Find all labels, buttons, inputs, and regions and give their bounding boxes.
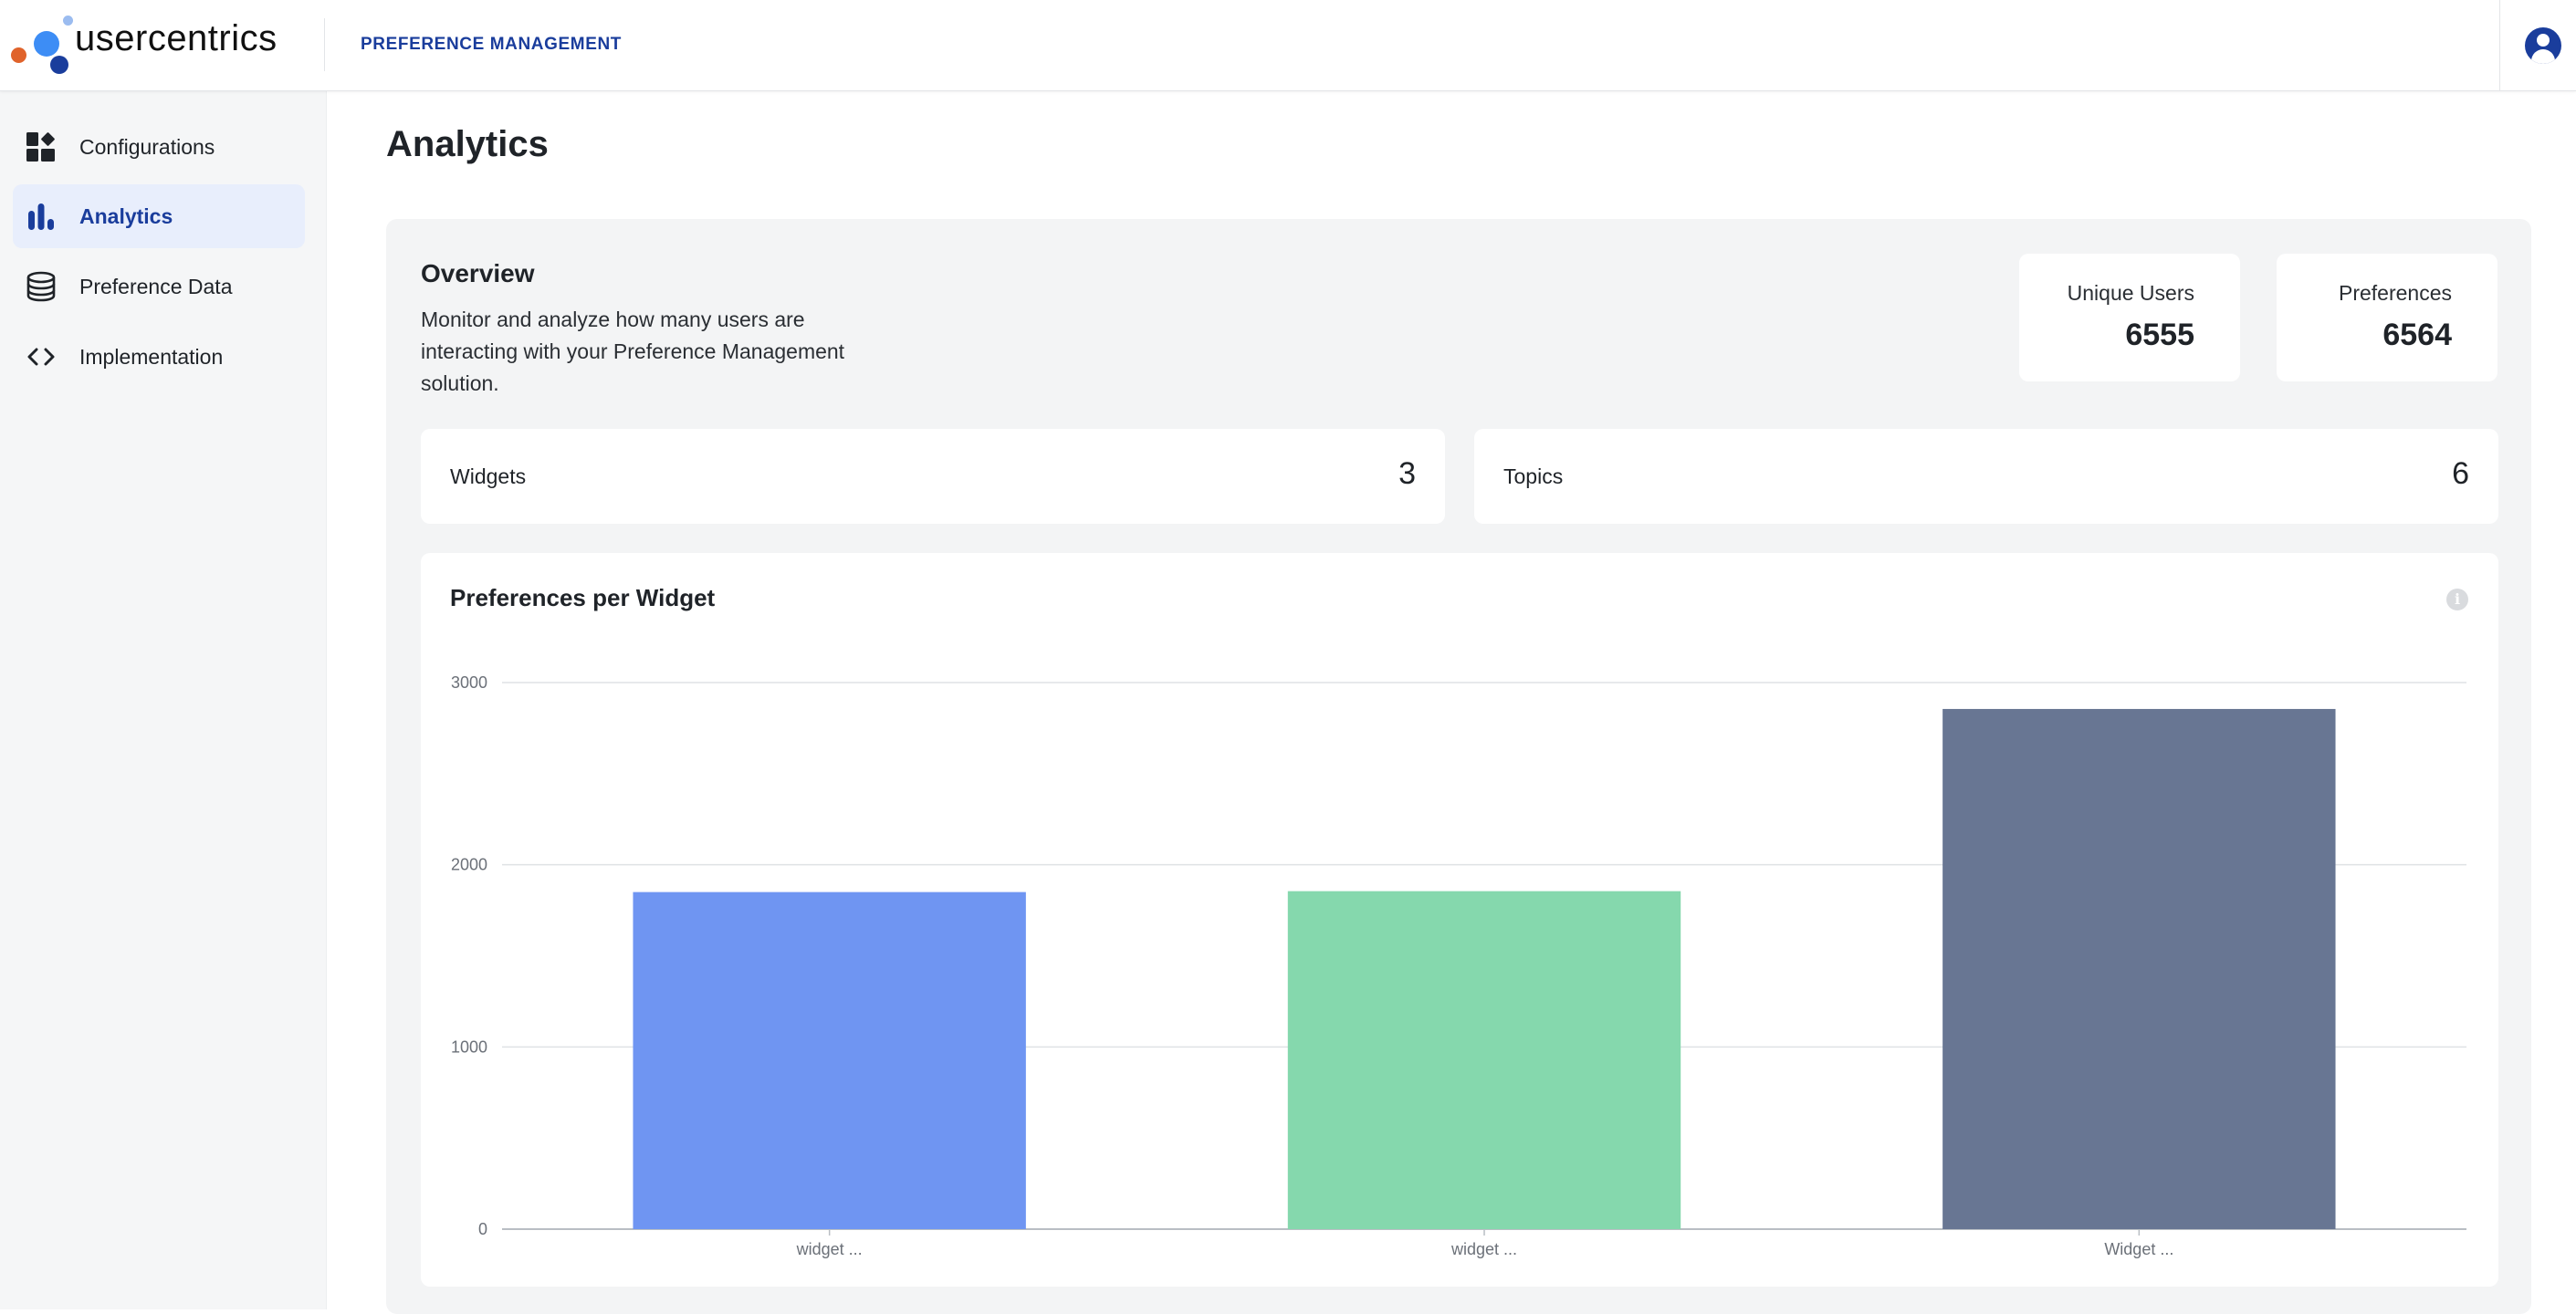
widgets-value: 3: [1398, 456, 1416, 491]
y-tick-label: 0: [478, 1220, 487, 1238]
database-icon: [26, 271, 57, 302]
preferences-per-widget-chart: 0 1000 2000 3000 widget ... widget ... Widget …: [451, 673, 2466, 1258]
usercentrics-logo[interactable]: usercentrics: [11, 13, 277, 77]
y-tick-label: 2000: [451, 856, 487, 874]
topics-card: Topics 6: [1474, 429, 2498, 524]
sidebar-item-label: Configurations: [79, 134, 215, 159]
widgets-label: Widgets: [450, 464, 527, 488]
dashboard-grid-icon: [26, 131, 57, 162]
unique-users-value: 6555: [2125, 318, 2194, 352]
bar: [1287, 891, 1681, 1229]
x-tick-label: widget ...: [1450, 1240, 1517, 1258]
bar: [633, 892, 1026, 1229]
overview-title: Overview: [421, 259, 535, 287]
x-tick-label: widget ...: [796, 1240, 863, 1258]
x-tick-label: Widget ...: [2104, 1240, 2173, 1258]
sidebar-item-label: Preference Data: [79, 274, 233, 298]
page-title: Analytics: [386, 124, 549, 164]
preferences-card: Preferences 6564: [2277, 254, 2497, 381]
chart-title: Preferences per Widget: [450, 584, 716, 611]
info-icon[interactable]: i: [2446, 589, 2468, 610]
sidebar-item-label: Implementation: [79, 344, 224, 369]
sidebar-item-label: Analytics: [79, 203, 173, 228]
sidebar-item-configurations[interactable]: Configurations: [13, 115, 305, 179]
product-name: PREFERENCE MANAGEMENT: [361, 35, 623, 54]
sidebar-item-preference-data[interactable]: Preference Data: [13, 255, 305, 318]
logo-mark-icon: [11, 13, 77, 77]
topics-value: 6: [2452, 456, 2469, 491]
overview-description: Monitor and analyze how many users are i…: [421, 308, 845, 395]
logo-wordmark: usercentrics: [75, 18, 277, 58]
widgets-card: Widgets 3: [421, 429, 1445, 524]
preferences-label: Preferences: [2338, 281, 2452, 305]
y-tick-label: 3000: [451, 673, 487, 692]
user-avatar-icon[interactable]: [2525, 27, 2561, 64]
bar-chart-icon: [26, 201, 57, 232]
header-right-divider: [2499, 0, 2500, 91]
header-divider: [324, 18, 325, 71]
unique-users-card: Unique Users 6555: [2019, 254, 2240, 381]
sidebar-item-analytics[interactable]: Analytics: [13, 184, 305, 248]
top-bar: usercentrics PREFERENCE MANAGEMENT: [0, 0, 2576, 91]
code-brackets-icon: [26, 341, 57, 372]
topics-label: Topics: [1503, 464, 1564, 488]
unique-users-label: Unique Users: [2067, 281, 2194, 305]
bar: [1942, 708, 2336, 1229]
sidebar: Configurations Analytics Preference Data: [0, 91, 327, 1309]
sidebar-item-implementation[interactable]: Implementation: [13, 325, 305, 389]
preferences-value: 6564: [2382, 318, 2452, 352]
y-tick-label: 1000: [451, 1038, 487, 1056]
